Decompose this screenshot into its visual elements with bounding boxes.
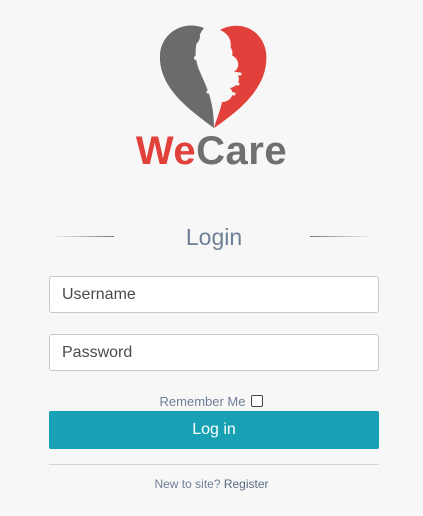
password-input[interactable] [49, 334, 379, 371]
register-link[interactable]: Register [224, 477, 269, 491]
remember-me-label: Remember Me [159, 393, 246, 409]
login-title: Login [185, 224, 243, 250]
login-button[interactable]: Log in [49, 411, 379, 449]
signup-prompt-text: New to site? [154, 477, 221, 491]
divider [49, 464, 379, 465]
title-divider-right [310, 236, 374, 237]
brand-wordmark: WeCare [0, 128, 423, 174]
brand-name-we: We [135, 129, 197, 173]
remember-me-checkbox[interactable] [251, 395, 264, 407]
username-input[interactable] [49, 276, 379, 313]
login-page: WeCare Login Remember Me Log in New to s… [0, 0, 423, 516]
signup-prompt: New to site? Register [0, 477, 423, 491]
remember-me-row: Remember Me [0, 393, 423, 409]
brand-name-care: Care [196, 129, 288, 173]
login-title-row: Login [50, 222, 378, 252]
